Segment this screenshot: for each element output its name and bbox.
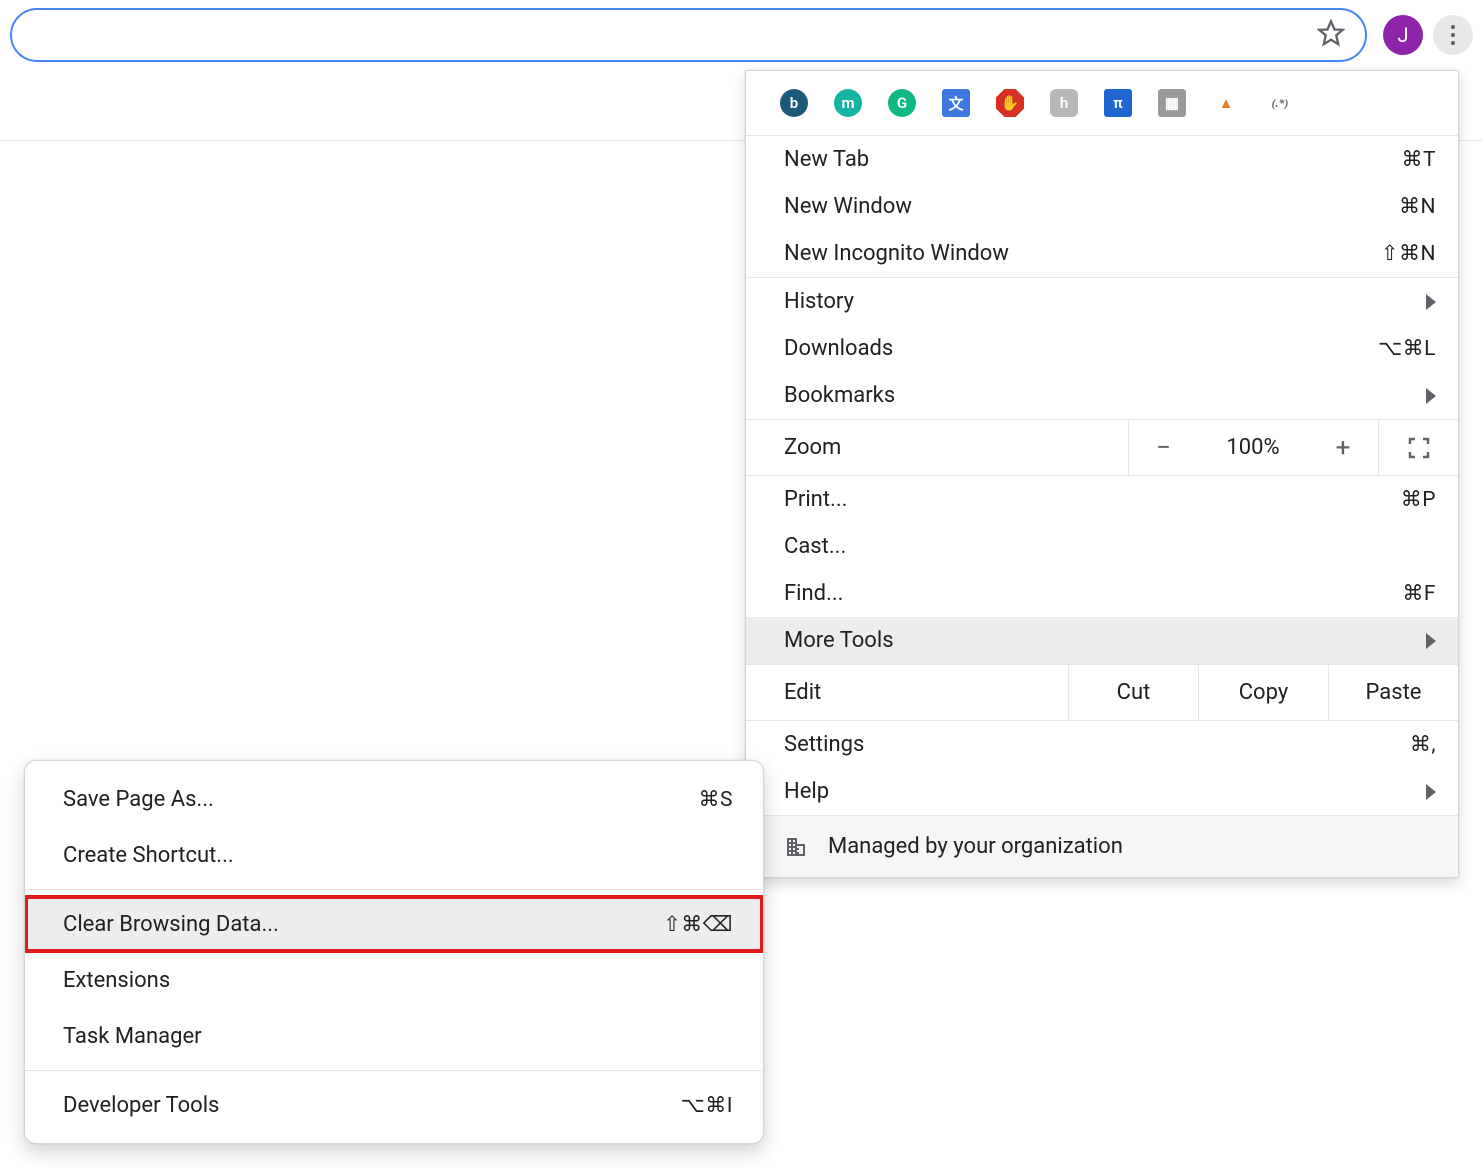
ext-translate-icon[interactable]: 文 [942,89,970,117]
chevron-right-icon [1426,294,1436,310]
menu-new-incognito[interactable]: New Incognito Window ⇧⌘N [746,230,1458,277]
managed-label: Managed by your organization [828,834,1123,859]
shortcut: ⌘T [1401,147,1436,172]
shortcut: ⌘, [1410,732,1436,757]
menu-label: Settings [784,732,864,757]
menu-help[interactable]: Help [746,768,1458,815]
shortcut: ⌘F [1402,581,1436,606]
menu-label: History [784,289,854,314]
avatar-initial: J [1397,23,1408,47]
menu-label: Cast... [784,534,846,559]
chevron-right-icon [1426,388,1436,404]
submenu-label: Save Page As... [63,787,214,812]
cut-button[interactable]: Cut [1068,665,1198,720]
submenu-clear-browsing-data[interactable]: Clear Browsing Data... ⇧⌘⌫ [25,896,763,952]
menu-label: Help [784,779,829,804]
menu-label: Downloads [784,336,893,361]
paste-button[interactable]: Paste [1328,665,1458,720]
kebab-icon [1451,25,1455,45]
menu-label: Bookmarks [784,383,895,408]
submenu-label: Developer Tools [63,1093,219,1118]
zoom-value: 100% [1198,420,1308,475]
menu-label: New Incognito Window [784,241,1009,266]
edit-label: Edit [746,680,1068,705]
menu-cast[interactable]: Cast... [746,523,1458,570]
menu-label: Find... [784,581,843,606]
menu-find[interactable]: Find... ⌘F [746,570,1458,617]
zoom-label: Zoom [746,435,1128,460]
zoom-out-button[interactable]: − [1128,420,1198,475]
ext-b-icon[interactable]: b [780,89,808,117]
submenu-label: Create Shortcut... [63,843,234,868]
submenu-save-page-as[interactable]: Save Page As... ⌘S [25,771,763,827]
menu-history[interactable]: History [746,278,1458,325]
chevron-right-icon [1426,784,1436,800]
bookmark-star-icon[interactable] [1317,19,1345,51]
submenu-developer-tools[interactable]: Developer Tools ⌥⌘I [25,1077,763,1133]
main-menu: bmG文 ✋ hπ ▦ ▲ (.*) New Tab ⌘T New Window ⌘N N… [745,70,1459,878]
menu-zoom: Zoom − 100% + [746,420,1458,476]
ext-tt-icon[interactable]: π [1104,89,1132,117]
menu-new-tab[interactable]: New Tab ⌘T [746,136,1458,183]
divider [25,1070,763,1071]
fullscreen-icon [1407,436,1431,460]
shortcut: ⌥⌘I [681,1093,733,1118]
ext-code-icon[interactable]: ▦ [1158,89,1186,117]
menu-new-window[interactable]: New Window ⌘N [746,183,1458,230]
ext-m-icon[interactable]: m [834,89,862,117]
submenu-label: Task Manager [63,1024,202,1049]
submenu-create-shortcut[interactable]: Create Shortcut... [25,827,763,883]
chevron-right-icon [1426,633,1436,649]
copy-button[interactable]: Copy [1198,665,1328,720]
toolbar: J [0,0,1483,70]
shortcut: ⇧⌘N [1381,241,1436,266]
submenu-extensions[interactable]: Extensions [25,952,763,1008]
menu-managed[interactable]: Managed by your organization [746,816,1458,877]
menu-label: New Window [784,194,912,219]
ext-regex-icon[interactable]: (.*) [1266,89,1294,117]
menu-button[interactable] [1433,15,1473,55]
menu-downloads[interactable]: Downloads ⌥⌘L [746,325,1458,372]
menu-settings[interactable]: Settings ⌘, [746,721,1458,768]
menu-label: Print... [784,487,847,512]
more-tools-submenu: Save Page As... ⌘S Create Shortcut... Cl… [24,760,764,1144]
menu-bookmarks[interactable]: Bookmarks [746,372,1458,419]
ext-pyramid-icon[interactable]: ▲ [1212,89,1240,117]
menu-edit: Edit Cut Copy Paste [746,665,1458,721]
menu-print[interactable]: Print... ⌘P [746,476,1458,523]
shortcut: ⌘S [699,787,733,812]
divider [25,889,763,890]
shortcut: ⇧⌘⌫ [663,912,733,937]
menu-more-tools[interactable]: More Tools [746,617,1458,664]
shortcut: ⌥⌘L [1378,336,1436,361]
submenu-label: Extensions [63,968,170,993]
menu-label: More Tools [784,628,894,653]
organization-icon [784,835,808,859]
ext-grammarly-icon[interactable]: G [888,89,916,117]
shortcut: ⌘N [1399,194,1436,219]
profile-avatar[interactable]: J [1383,15,1423,55]
ext-honey-icon[interactable]: h [1050,89,1078,117]
extensions-row: bmG文 ✋ hπ ▦ ▲ (.*) [746,71,1458,136]
address-bar[interactable] [10,8,1367,62]
shortcut: ⌘P [1401,487,1436,512]
submenu-label: Clear Browsing Data... [63,912,279,937]
submenu-task-manager[interactable]: Task Manager [25,1008,763,1064]
zoom-in-button[interactable]: + [1308,420,1378,475]
menu-label: New Tab [784,147,869,172]
fullscreen-button[interactable] [1378,420,1458,475]
ext-adblock-icon[interactable]: ✋ [996,89,1024,117]
